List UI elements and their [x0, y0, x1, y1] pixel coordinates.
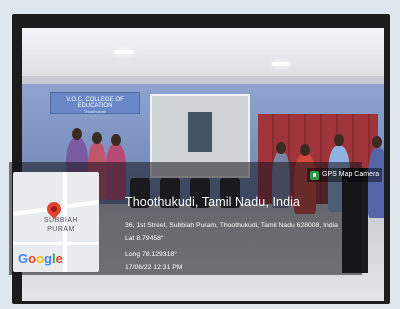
- location-title: Thoothukudi, Tamil Nadu, India: [125, 195, 301, 209]
- banner-text: V.O.C. COLLEGE OF EDUCATION: [66, 97, 124, 109]
- location-address: 36, 1st Street, Subbiah Puram, Thoothuku…: [125, 222, 338, 229]
- ceiling: [22, 28, 384, 90]
- google-logo-letter: g: [44, 251, 52, 266]
- google-logo-letter: G: [18, 251, 29, 266]
- google-logo-letter: o: [36, 251, 45, 266]
- gps-map-camera-icon: [310, 170, 319, 180]
- ceiling-light: [114, 50, 134, 54]
- location-longitude: Long 78.129318°: [125, 251, 177, 258]
- person-head: [92, 132, 102, 144]
- map-place-label-line1: SUBBIAH: [43, 217, 79, 224]
- location-datetime: 17/06/22 12:31 PM: [125, 264, 183, 271]
- ceiling-light: [272, 62, 290, 66]
- projected-image: [188, 112, 212, 152]
- person: [368, 148, 384, 218]
- map-place-label-line2: PURAM: [47, 226, 75, 233]
- person-head: [72, 128, 82, 140]
- gps-map-camera-badge: GPS Map Camera: [307, 168, 383, 182]
- mini-map: SUBBIAH PURAM Google: [13, 172, 99, 272]
- ceiling-beam: [22, 76, 384, 84]
- map-pin-dot: [49, 204, 59, 214]
- banner-subtext: Thoothukudi: [83, 109, 106, 114]
- college-banner: V.O.C. COLLEGE OF EDUCATION Thoothukudi: [50, 92, 140, 114]
- gps-badge-label: GPS Map Camera: [322, 171, 380, 178]
- person-head: [300, 144, 310, 156]
- google-logo-letter: e: [55, 251, 63, 266]
- map-road: [13, 242, 99, 245]
- google-logo: Google: [18, 251, 63, 266]
- person-head: [334, 134, 344, 146]
- person-head: [276, 142, 286, 154]
- person-head: [111, 134, 121, 146]
- location-latitude: Lat 8.79458°: [125, 235, 164, 242]
- google-logo-letter: o: [28, 251, 37, 266]
- map-place-label: SUBBIAH PURAM: [43, 216, 79, 234]
- person-head: [372, 136, 382, 148]
